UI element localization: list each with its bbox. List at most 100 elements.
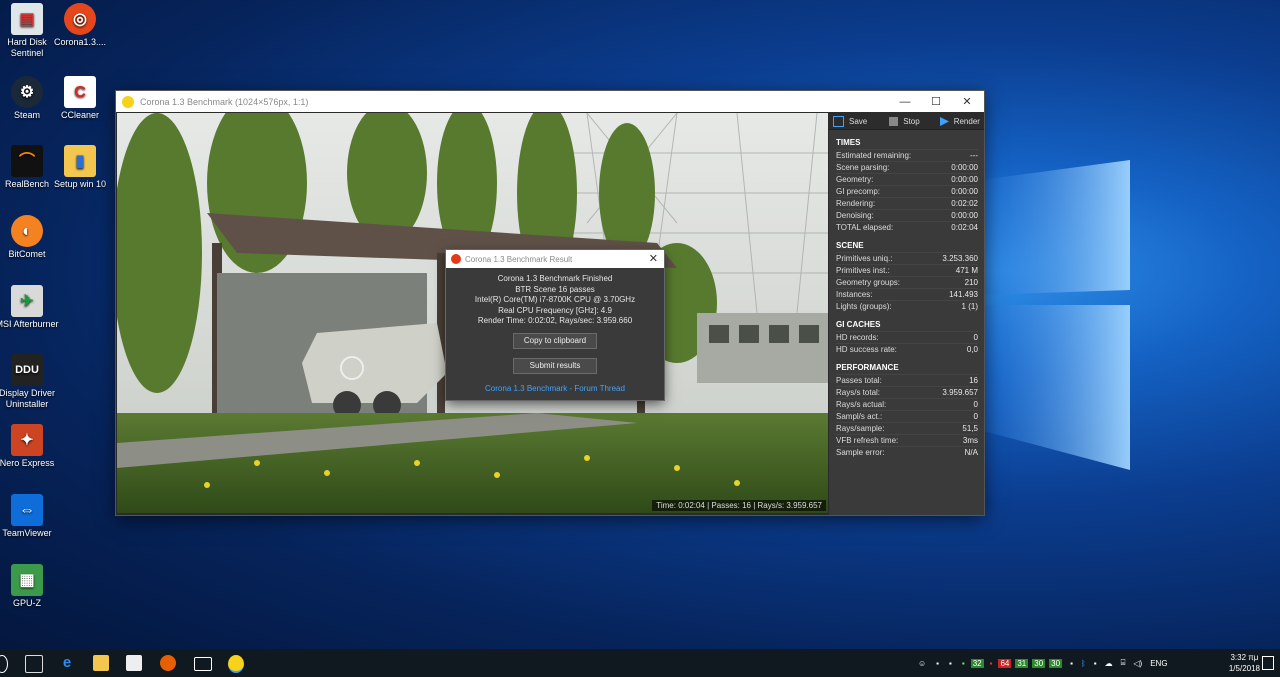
system-clock[interactable]: 3:32 πμ 1/5/2018 <box>1229 652 1260 674</box>
temp-indicator[interactable]: 32 <box>970 658 984 668</box>
result-text: Corona 1.3 Benchmark Finished BTR Scene … <box>446 274 664 327</box>
stat-row: Rays/sample: 51,5 <box>836 422 978 433</box>
tray-app-icon[interactable]: ▪ <box>1094 659 1097 668</box>
bitcomet-icon: ◐ <box>11 215 43 247</box>
dialog-title: Corona 1.3 Benchmark Result <box>465 254 573 264</box>
desktop-icon-teamviewer[interactable]: ⇔ TeamViewer <box>0 494 61 539</box>
desktop-icon-setup-win10[interactable]: ▮ Setup win 10 <box>46 145 114 190</box>
window-title: Corona 1.3 Benchmark (1024×576px, 1:1) <box>140 96 309 107</box>
desktop-icon-label: Corona1.3.... <box>53 37 107 47</box>
taskbar: e ☺ ▪ ▪ ▪ 32 ▪ 64 31 30 30 ▪ ᛒ ▪ ☁ ⌸ ◁) … <box>0 649 1280 677</box>
stat-row: Passes total: 16 <box>836 374 978 385</box>
desktop-icon-label: CCleaner <box>60 110 100 120</box>
desktop-icon-label: Display Driver Uninstaller <box>0 388 55 409</box>
temp-indicator[interactable]: 30 <box>1032 658 1046 668</box>
people-icon[interactable]: ☺ <box>918 659 926 668</box>
desktop-icon-msi-afterburner[interactable]: ✈ MSI Afterburner <box>0 285 61 330</box>
desktop-icon-label: MSI Afterburner <box>0 319 59 329</box>
bluetooth-icon[interactable]: ᛒ <box>1081 659 1086 668</box>
tray-app-icon[interactable]: ▪ <box>1070 659 1073 668</box>
section-title: PERFORMANCE <box>836 363 899 372</box>
desktop-icon-ccleaner[interactable]: C CCleaner <box>46 76 114 121</box>
desktop-icon-bitcomet[interactable]: ◐ BitComet <box>0 215 61 260</box>
file-explorer-icon[interactable] <box>93 655 109 671</box>
stop-icon <box>889 116 899 126</box>
edge-icon[interactable]: e <box>59 655 75 671</box>
benchmark-result-dialog[interactable]: Corona 1.3 Benchmark Result ✕ Corona 1.3… <box>446 250 664 400</box>
play-icon <box>939 116 949 126</box>
language-indicator[interactable]: ENG <box>1150 659 1167 668</box>
stat-row: Instances: 141.493 <box>836 288 978 299</box>
clock-time: 3:32 πμ <box>1230 653 1259 662</box>
section-title: SCENE <box>836 241 864 250</box>
maximize-button[interactable]: ☐ <box>920 91 952 112</box>
ccleaner-icon: C <box>64 76 96 108</box>
desktop-icon-gpu-z[interactable]: ▦ GPU-Z <box>0 564 61 609</box>
onedrive-icon[interactable]: ☁ <box>1105 659 1113 668</box>
dialog-close-icon[interactable]: ✕ <box>649 252 658 265</box>
times-section: TIMES Estimated remaining: --- Scene pars… <box>836 138 978 233</box>
folder-icon: ▮ <box>64 145 96 177</box>
minimize-button[interactable]: — <box>889 91 921 112</box>
stop-button[interactable]: Stop <box>889 116 920 126</box>
temp-indicator[interactable]: 31 <box>1015 658 1029 668</box>
stat-row: Scene parsing: 0:00:00 <box>836 161 978 172</box>
desktop-icon-label: BitComet <box>8 249 46 259</box>
stat-row: Rendering: 0:02:02 <box>836 197 978 208</box>
stats-panel: Save Stop Render TIMES Estimated remaini… <box>829 113 984 515</box>
realbench-icon: ⌒ <box>11 145 43 177</box>
desktop-icon-label: TeamViewer <box>2 528 52 538</box>
corona-logo-icon <box>451 254 461 264</box>
system-tray: ☺ ▪ ▪ ▪ 32 ▪ 64 31 30 30 ▪ ᛒ ▪ ☁ ⌸ ◁) EN… <box>918 649 1178 677</box>
msi-afterburner-icon: ✈ <box>11 285 43 317</box>
result-line: Render Time: 0:02:02, Rays/sec: 3.959.66… <box>477 316 633 325</box>
stat-row: Primitives inst.: 471 M <box>836 264 978 275</box>
tray-app-icon[interactable]: ▪ <box>990 659 993 668</box>
render-button[interactable]: Render <box>939 116 980 126</box>
save-icon <box>833 115 844 127</box>
stat-row: Sampl/s act.: 0 <box>836 410 978 421</box>
firefox-icon[interactable] <box>160 655 176 671</box>
gpu-z-icon: ▦ <box>11 564 43 596</box>
forum-thread-link[interactable]: Corona 1.3 Benchmark - Forum Thread <box>446 384 664 393</box>
desktop-icon-label: Nero Express <box>0 458 55 468</box>
nvidia-icon[interactable]: ▪ <box>962 659 965 668</box>
gi-caches-section: GI CACHES HD records: 0 HD success rate: 0… <box>836 320 978 355</box>
stat-row: TOTAL elapsed: 0:02:04 <box>836 221 978 232</box>
network-icon[interactable]: ⌸ <box>1121 658 1126 668</box>
task-view-icon[interactable] <box>25 655 43 673</box>
corona-benchmark-taskbar-icon[interactable] <box>228 655 244 673</box>
stat-row: HD records: 0 <box>836 331 978 342</box>
stop-label: Stop <box>903 116 920 126</box>
steam-icon: ⚙ <box>11 76 43 108</box>
stat-row: Geometry groups: 210 <box>836 276 978 287</box>
volume-icon[interactable]: ◁) <box>1133 659 1142 668</box>
stat-row: HD success rate: 0,0 <box>836 343 978 354</box>
dialog-titlebar[interactable]: Corona 1.3 Benchmark Result ✕ <box>446 250 664 268</box>
window-titlebar[interactable]: Corona 1.3 Benchmark (1024×576px, 1:1) —… <box>116 91 984 112</box>
stat-row: Denoising: 0:00:00 <box>836 209 978 220</box>
save-label: Save <box>849 116 868 126</box>
stat-row: Sample error: N/A <box>836 446 978 457</box>
store-icon[interactable] <box>126 655 142 671</box>
temp-indicator[interactable]: 64 <box>998 658 1012 668</box>
desktop-icon-nero-express[interactable]: ✦ Nero Express <box>0 424 61 469</box>
render-label: Render <box>953 116 980 126</box>
smiley-app-icon <box>122 95 134 108</box>
close-button[interactable]: ✕ <box>951 91 983 112</box>
save-button[interactable]: Save <box>833 115 868 127</box>
stat-row: Rays/s total: 3.959.657 <box>836 386 978 397</box>
search-icon[interactable] <box>0 655 8 673</box>
submit-results-button[interactable]: Submit results <box>513 357 597 374</box>
section-title: GI CACHES <box>836 320 881 329</box>
copy-to-clipboard-button[interactable]: Copy to clipboard <box>513 332 597 349</box>
mail-icon[interactable] <box>194 657 212 671</box>
windows-logo-light <box>980 160 1130 470</box>
action-center-icon[interactable] <box>1262 656 1274 670</box>
desktop-icon-label: GPU-Z <box>13 598 41 608</box>
desktop-icon-corona[interactable]: ◎ Corona1.3.... <box>46 3 114 48</box>
desktop-icon-ddu[interactable]: DDU Display Driver Uninstaller <box>0 354 61 410</box>
temp-indicator[interactable]: 30 <box>1049 658 1063 668</box>
tray-app-icon[interactable]: ▪ <box>949 659 952 668</box>
tray-app-icon[interactable]: ▪ <box>936 659 939 668</box>
